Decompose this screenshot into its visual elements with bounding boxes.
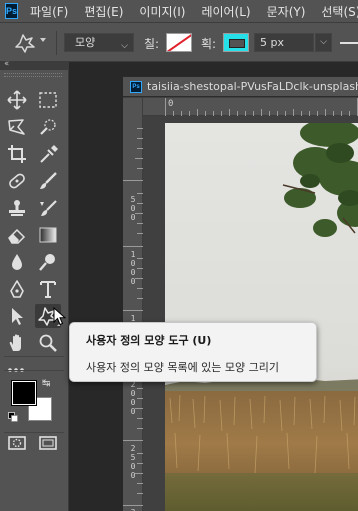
- ruler-label: 2500: [130, 444, 136, 480]
- tooltip-description: 사용자 정의 모양 목록에 있는 모양 그리기: [86, 361, 280, 374]
- lasso-tool-icon[interactable]: [4, 115, 30, 139]
- gradient-tool-icon[interactable]: [35, 223, 61, 247]
- horizontal-ruler[interactable]: 0 1: [143, 98, 358, 116]
- shape-mode-value: 모양: [75, 36, 96, 49]
- stroke-color-swatch[interactable]: [223, 33, 249, 52]
- collapse-icon[interactable]: ‹‹: [4, 59, 9, 69]
- ruler-label: 1000: [130, 250, 136, 286]
- shape-mode-select[interactable]: 모양 ⌵: [64, 33, 134, 52]
- photoshop-window: Ps 파일(F) 편집(E) 이미지(I) 레이어(L) 문자(Y) 선택(S)…: [0, 0, 358, 511]
- chevron-down-icon[interactable]: [40, 38, 46, 42]
- horizontal-ruler-ticks: [165, 98, 358, 116]
- toolbar: [0, 70, 69, 511]
- options-bar: 모양 ⌵ 칠: 획: 5 px ⌵: [0, 22, 358, 62]
- zoom-tool-icon[interactable]: [35, 331, 61, 355]
- vertical-ruler[interactable]: 500 1000 1500 2000 2500 3: [123, 98, 143, 511]
- history-brush-tool-icon[interactable]: [35, 196, 61, 220]
- hand-tool-icon[interactable]: [4, 331, 30, 355]
- brush-tool-icon[interactable]: [35, 169, 61, 193]
- quick-mask-icon[interactable]: [4, 431, 30, 455]
- crop-tool-icon[interactable]: [4, 142, 30, 166]
- stroke-label: 획:: [201, 37, 217, 51]
- toolbar-divider: [4, 370, 64, 371]
- screen-mode-icon[interactable]: [35, 431, 61, 455]
- document-tab[interactable]: Ps taisiia-shestopal-PVusFaLDclk-unsplas…: [123, 77, 358, 97]
- ruler-label: 500: [130, 195, 136, 222]
- document-window: Ps taisiia-shestopal-PVusFaLDclk-unsplas…: [123, 76, 358, 511]
- chevron-down-icon: ⌵: [121, 41, 128, 51]
- type-tool-icon[interactable]: [35, 277, 61, 301]
- move-tool-icon[interactable]: [4, 88, 30, 112]
- photoshop-document-icon: Ps: [130, 81, 142, 93]
- mouse-cursor-icon: [53, 307, 67, 326]
- foreground-color-swatch[interactable]: [12, 381, 36, 405]
- dodge-tool-icon[interactable]: [35, 250, 61, 274]
- menu-file[interactable]: 파일(F): [30, 3, 68, 20]
- menu-select[interactable]: 선택(S): [321, 3, 358, 20]
- tool-tooltip: 사용자 정의 모양 도구 (U) 사용자 정의 모양 목록에 있는 모양 그리기: [69, 322, 317, 382]
- pen-tool-icon[interactable]: [4, 277, 30, 301]
- quick-selection-tool-icon[interactable]: [35, 115, 61, 139]
- menu-bar: Ps 파일(F) 편집(E) 이미지(I) 레이어(L) 문자(Y) 선택(S): [0, 0, 358, 22]
- ruler-label: 2000: [130, 380, 136, 416]
- fill-color-swatch[interactable]: [166, 33, 192, 52]
- toolbar-divider: [4, 356, 64, 357]
- swap-colors-icon[interactable]: ↹: [42, 378, 50, 389]
- healing-brush-tool-icon[interactable]: [4, 169, 30, 193]
- eyedropper-tool-icon[interactable]: [35, 142, 61, 166]
- clone-stamp-tool-icon[interactable]: [4, 196, 30, 220]
- photo-image: [165, 123, 358, 511]
- toolbar-grip[interactable]: [4, 73, 62, 77]
- photoshop-logo-icon[interactable]: Ps: [5, 3, 19, 19]
- default-colors-icon[interactable]: [8, 407, 18, 422]
- menu-image[interactable]: 이미지(I): [139, 3, 185, 20]
- blur-tool-icon[interactable]: [4, 250, 30, 274]
- menu-edit[interactable]: 편집(E): [84, 3, 123, 20]
- stroke-type-line-icon[interactable]: [340, 42, 358, 44]
- marquee-tool-icon[interactable]: [35, 88, 61, 112]
- document-canvas[interactable]: [143, 116, 358, 511]
- options-divider: [56, 31, 57, 55]
- path-selection-tool-icon[interactable]: [4, 304, 30, 328]
- menu-layer[interactable]: 레이어(L): [201, 3, 250, 20]
- tooltip-title: 사용자 정의 모양 도구 (U): [86, 334, 212, 347]
- document-title: taisiia-shestopal-PVusFaLDclk-unsplash: [147, 80, 358, 93]
- eraser-tool-icon[interactable]: [4, 223, 30, 247]
- menu-type[interactable]: 문자(Y): [267, 3, 306, 20]
- ruler-label: 0: [168, 99, 174, 109]
- toolbar-header: ‹‹: [0, 59, 69, 70]
- custom-shape-preset-icon: [15, 34, 35, 53]
- chevron-down-icon[interactable]: ⌵: [315, 33, 332, 52]
- stroke-width-input[interactable]: 5 px: [254, 33, 314, 52]
- tool-preset-picker[interactable]: [14, 33, 38, 53]
- fill-label: 칠:: [144, 37, 160, 51]
